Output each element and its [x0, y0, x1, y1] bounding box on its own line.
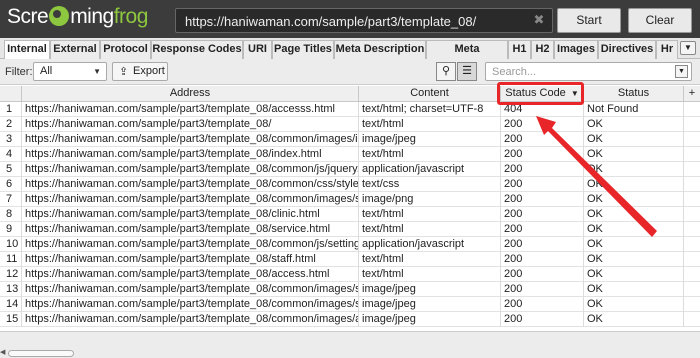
scroll-left-icon[interactable]: ◀: [0, 348, 5, 356]
horizontal-scrollbar[interactable]: [8, 350, 74, 357]
annotation-arrow-icon: [536, 116, 657, 237]
status-bar: ◀: [0, 331, 700, 358]
